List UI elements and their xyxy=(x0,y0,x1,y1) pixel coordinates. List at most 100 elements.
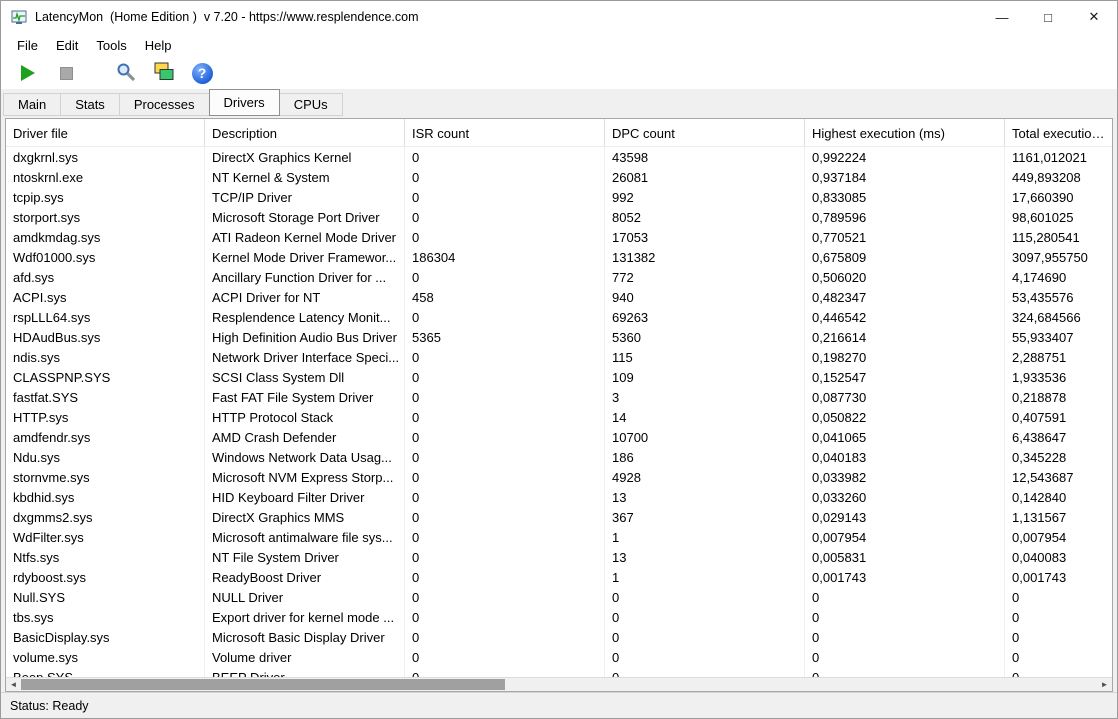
column-header-highest-execution[interactable]: Highest execution (ms) xyxy=(805,119,1005,146)
column-header-dpc-count[interactable]: DPC count xyxy=(605,119,805,146)
tab-cpus[interactable]: CPUs xyxy=(278,93,343,116)
horizontal-scrollbar[interactable]: ◄ ► xyxy=(6,677,1112,691)
scrollbar-thumb[interactable] xyxy=(21,679,506,690)
table-cell: 0,040183 xyxy=(805,447,1005,467)
table-row[interactable]: Beep.SYSBEEP Driver0000 xyxy=(6,667,1112,677)
table-cell: 0 xyxy=(1012,610,1020,625)
table-cell: 131382 xyxy=(605,247,805,267)
tab-stats[interactable]: Stats xyxy=(60,93,120,116)
scroll-right-arrow-icon[interactable]: ► xyxy=(1097,678,1112,691)
table-row[interactable]: kbdhid.sys HID Keyboard Filter Driver 0 13 0… xyxy=(6,487,1112,507)
table-cell: 0 xyxy=(805,647,1005,667)
table-row[interactable]: storport.sys Microsoft Storage Port Drive… xyxy=(6,207,1112,227)
table-cell: 1 xyxy=(605,567,805,587)
table-row[interactable]: fastfat.SYS Fast FAT File System Driver 0 3… xyxy=(6,387,1112,407)
tools-button[interactable] xyxy=(111,60,141,87)
stop-monitor-button[interactable] xyxy=(51,60,81,87)
tab-drivers[interactable]: Drivers xyxy=(208,89,280,116)
table-cell: Null.SYS xyxy=(6,587,205,607)
table-row[interactable]: dxgmms2.sys DirectX Graphics MMS 0 367 0,029… xyxy=(6,507,1112,527)
table-row[interactable]: ndis.sys Network Driver Interface Speci..… xyxy=(6,347,1112,367)
close-button[interactable]: ✕ xyxy=(1071,1,1117,33)
table-cell: 0,033982 xyxy=(805,467,1005,487)
table-row[interactable]: rdyboost.sys ReadyBoost Driver 0 1 0,001743 0… xyxy=(6,567,1112,587)
table-cell: 53,435576 xyxy=(1012,290,1074,305)
table-cell: 0,789596 xyxy=(805,207,1005,227)
table-cell: 0 xyxy=(805,607,1005,627)
table-cell: 367 xyxy=(605,507,805,527)
column-header-description[interactable]: Description xyxy=(205,119,405,146)
tab-processes[interactable]: Processes xyxy=(118,93,210,116)
table-row[interactable]: CLASSPNP.SYS SCSI Class System Dll 0 109 0,1… xyxy=(6,367,1112,387)
column-header-total-execution[interactable]: Total executio… xyxy=(1005,119,1112,146)
menu-tools[interactable]: Tools xyxy=(87,35,135,56)
play-icon xyxy=(21,65,35,81)
table-row[interactable]: tcpip.sys TCP/IP Driver 0 992 0,833085 17,660… xyxy=(6,187,1112,207)
table-row[interactable]: rspLLL64.sys Resplendence Latency Monit..… xyxy=(6,307,1112,327)
table-row[interactable]: amdfendr.sys AMD Crash Defender 0 10700 0,04… xyxy=(6,427,1112,447)
table-row[interactable]: afd.sys Ancillary Function Driver for ...… xyxy=(6,267,1112,287)
help-button[interactable]: ? xyxy=(187,60,217,87)
table-row[interactable]: ACPI.sys ACPI Driver for NT 458 940 0,482347… xyxy=(6,287,1112,307)
table-row[interactable]: BasicDisplay.sys Microsoft Basic Display … xyxy=(6,627,1112,647)
table-cell: kbdhid.sys xyxy=(6,487,205,507)
table-row[interactable]: Ntfs.sys NT File System Driver 0 13 0,005831… xyxy=(6,547,1112,567)
table-cell: 0 xyxy=(805,627,1005,647)
table-cell: 1161,012021 xyxy=(1012,150,1087,165)
tabstrip: Main Stats Processes Drivers CPUs xyxy=(1,89,1117,116)
table-cell: 1 xyxy=(605,527,805,547)
table-row[interactable]: amdkmdag.sys ATI Radeon Kernel Mode Drive… xyxy=(6,227,1112,247)
table-row[interactable]: Ndu.sys Windows Network Data Usag... 0 186 0… xyxy=(6,447,1112,467)
table-cell: 0,152547 xyxy=(805,367,1005,387)
table-cell: ACPI.sys xyxy=(6,287,205,307)
menu-edit[interactable]: Edit xyxy=(47,35,87,56)
table-cell: 0,001743 xyxy=(1012,570,1067,585)
table-cell: NT Kernel & System xyxy=(205,167,405,187)
table-cell: 0,087730 xyxy=(805,387,1005,407)
minimize-button[interactable]: — xyxy=(979,1,1025,33)
table-row[interactable]: tbs.sys Export driver for kernel mode ...… xyxy=(6,607,1112,627)
titlebar: LatencyMon (Home Edition ) v 7.20 - http… xyxy=(1,1,1117,33)
table-cell: 4,174690 xyxy=(1012,270,1067,285)
menubar: File Edit Tools Help xyxy=(1,33,1117,57)
table-cell: 26081 xyxy=(605,167,805,187)
table-cell: 0 xyxy=(405,147,605,167)
menu-help[interactable]: Help xyxy=(136,35,181,56)
table-cell: afd.sys xyxy=(6,267,205,287)
table-cell: 115,280541 xyxy=(1012,230,1080,245)
table-cell: 0 xyxy=(405,607,605,627)
table-cell: TCP/IP Driver xyxy=(205,187,405,207)
menu-file[interactable]: File xyxy=(8,35,47,56)
table-cell: 0,937184 xyxy=(805,167,1005,187)
table-row[interactable]: ntoskrnl.exe NT Kernel & System 0 26081 0,93… xyxy=(6,167,1112,187)
column-header-isr-count[interactable]: ISR count xyxy=(405,119,605,146)
table-row[interactable]: HTTP.sys HTTP Protocol Stack 0 14 0,050822 0,… xyxy=(6,407,1112,427)
table-cell: 0,345228 xyxy=(1012,450,1067,465)
window-controls: — □ ✕ xyxy=(979,1,1117,33)
maximize-button[interactable]: □ xyxy=(1025,1,1071,33)
scrollbar-track[interactable] xyxy=(21,678,1097,691)
table-row[interactable]: HDAudBus.sys High Definition Audio Bus Dr… xyxy=(6,327,1112,347)
table-row[interactable]: dxgkrnl.sys DirectX Graphics Kernel 0 43598… xyxy=(6,147,1112,167)
table-cell: 0 xyxy=(405,307,605,327)
table-row[interactable]: Null.SYS NULL Driver 0 0 0 0 xyxy=(6,587,1112,607)
scroll-left-arrow-icon[interactable]: ◄ xyxy=(6,678,21,691)
start-monitor-button[interactable] xyxy=(13,60,43,87)
tab-main[interactable]: Main xyxy=(3,93,62,116)
report-button[interactable] xyxy=(149,60,179,87)
table-cell: rspLLL64.sys xyxy=(6,307,205,327)
table-cell: fastfat.SYS xyxy=(6,387,205,407)
column-header-driver-file[interactable]: Driver file xyxy=(6,119,205,146)
table-cell: 2,288751 xyxy=(1012,350,1067,365)
table-cell: 0 xyxy=(405,647,605,667)
table-row[interactable]: stornvme.sys Microsoft NVM Express Storp.… xyxy=(6,467,1112,487)
table-cell: 0 xyxy=(405,347,605,367)
table-row[interactable]: Wdf01000.sys Kernel Mode Driver Framewor.… xyxy=(6,247,1112,267)
table-row[interactable]: WdFilter.sys Microsoft antimalware file s… xyxy=(6,527,1112,547)
table-cell: 4928 xyxy=(605,467,805,487)
table-cell: 458 xyxy=(405,287,605,307)
table-cell: Microsoft Storage Port Driver xyxy=(205,207,405,227)
table-cell: Wdf01000.sys xyxy=(6,247,205,267)
table-row[interactable]: volume.sys Volume driver 0 0 0 0 xyxy=(6,647,1112,667)
app-icon xyxy=(11,9,27,25)
